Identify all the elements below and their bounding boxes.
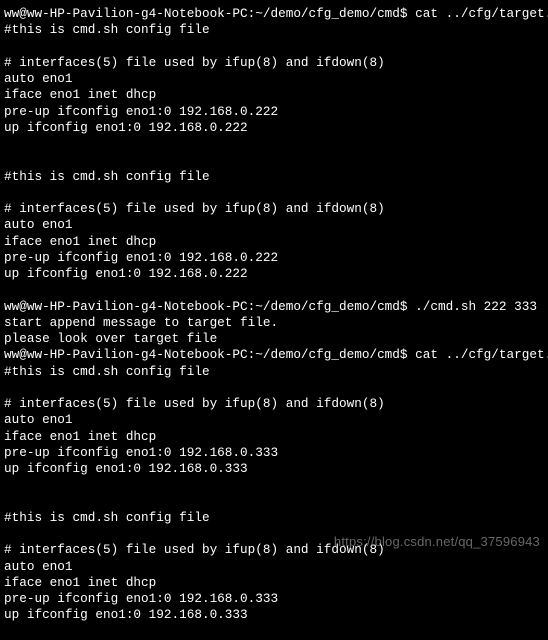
terminal-line: up ifconfig eno1:0 192.168.0.222 (4, 266, 544, 282)
terminal-line: #this is cmd.sh config file (4, 364, 544, 380)
terminal-line (4, 185, 544, 201)
terminal-line: pre-up ifconfig eno1:0 192.168.0.222 (4, 104, 544, 120)
terminal-line (4, 526, 544, 542)
terminal-line: #this is cmd.sh config file (4, 169, 544, 185)
terminal-line: # interfaces(5) file used by ifup(8) and… (4, 396, 544, 412)
terminal-line: up ifconfig eno1:0 192.168.0.333 (4, 607, 544, 623)
terminal-line (4, 380, 544, 396)
terminal-line: pre-up ifconfig eno1:0 192.168.0.333 (4, 591, 544, 607)
terminal-line: start append message to target file. (4, 315, 544, 331)
terminal-line (4, 39, 544, 55)
terminal-line: iface eno1 inet dhcp (4, 429, 544, 445)
terminal-line: ww@ww-HP-Pavilion-g4-Notebook-PC:~/demo/… (4, 6, 544, 22)
terminal-line: iface eno1 inet dhcp (4, 234, 544, 250)
terminal-line (4, 477, 544, 493)
terminal-output[interactable]: ww@ww-HP-Pavilion-g4-Notebook-PC:~/demo/… (4, 6, 544, 640)
terminal-line: auto eno1 (4, 412, 544, 428)
terminal-line: auto eno1 (4, 217, 544, 233)
terminal-line: # interfaces(5) file used by ifup(8) and… (4, 55, 544, 71)
terminal-line: please look over target file (4, 331, 544, 347)
terminal-line (4, 136, 544, 152)
terminal-line (4, 494, 544, 510)
terminal-line: # interfaces(5) file used by ifup(8) and… (4, 201, 544, 217)
terminal-line (4, 282, 544, 298)
terminal-line: ww@ww-HP-Pavilion-g4-Notebook-PC:~/demo/… (4, 347, 544, 363)
terminal-line: iface eno1 inet dhcp (4, 87, 544, 103)
terminal-line: #this is cmd.sh config file (4, 510, 544, 526)
terminal-line: ww@ww-HP-Pavilion-g4-Notebook-PC:~/demo/… (4, 299, 544, 315)
terminal-line (4, 624, 544, 640)
terminal-line: up ifconfig eno1:0 192.168.0.333 (4, 461, 544, 477)
terminal-line: # interfaces(5) file used by ifup(8) and… (4, 542, 544, 558)
terminal-line: pre-up ifconfig eno1:0 192.168.0.222 (4, 250, 544, 266)
terminal-line: auto eno1 (4, 559, 544, 575)
terminal-line: up ifconfig eno1:0 192.168.0.222 (4, 120, 544, 136)
terminal-line (4, 152, 544, 168)
terminal-line: iface eno1 inet dhcp (4, 575, 544, 591)
terminal-line: pre-up ifconfig eno1:0 192.168.0.333 (4, 445, 544, 461)
terminal-line: auto eno1 (4, 71, 544, 87)
terminal-line: #this is cmd.sh config file (4, 22, 544, 38)
